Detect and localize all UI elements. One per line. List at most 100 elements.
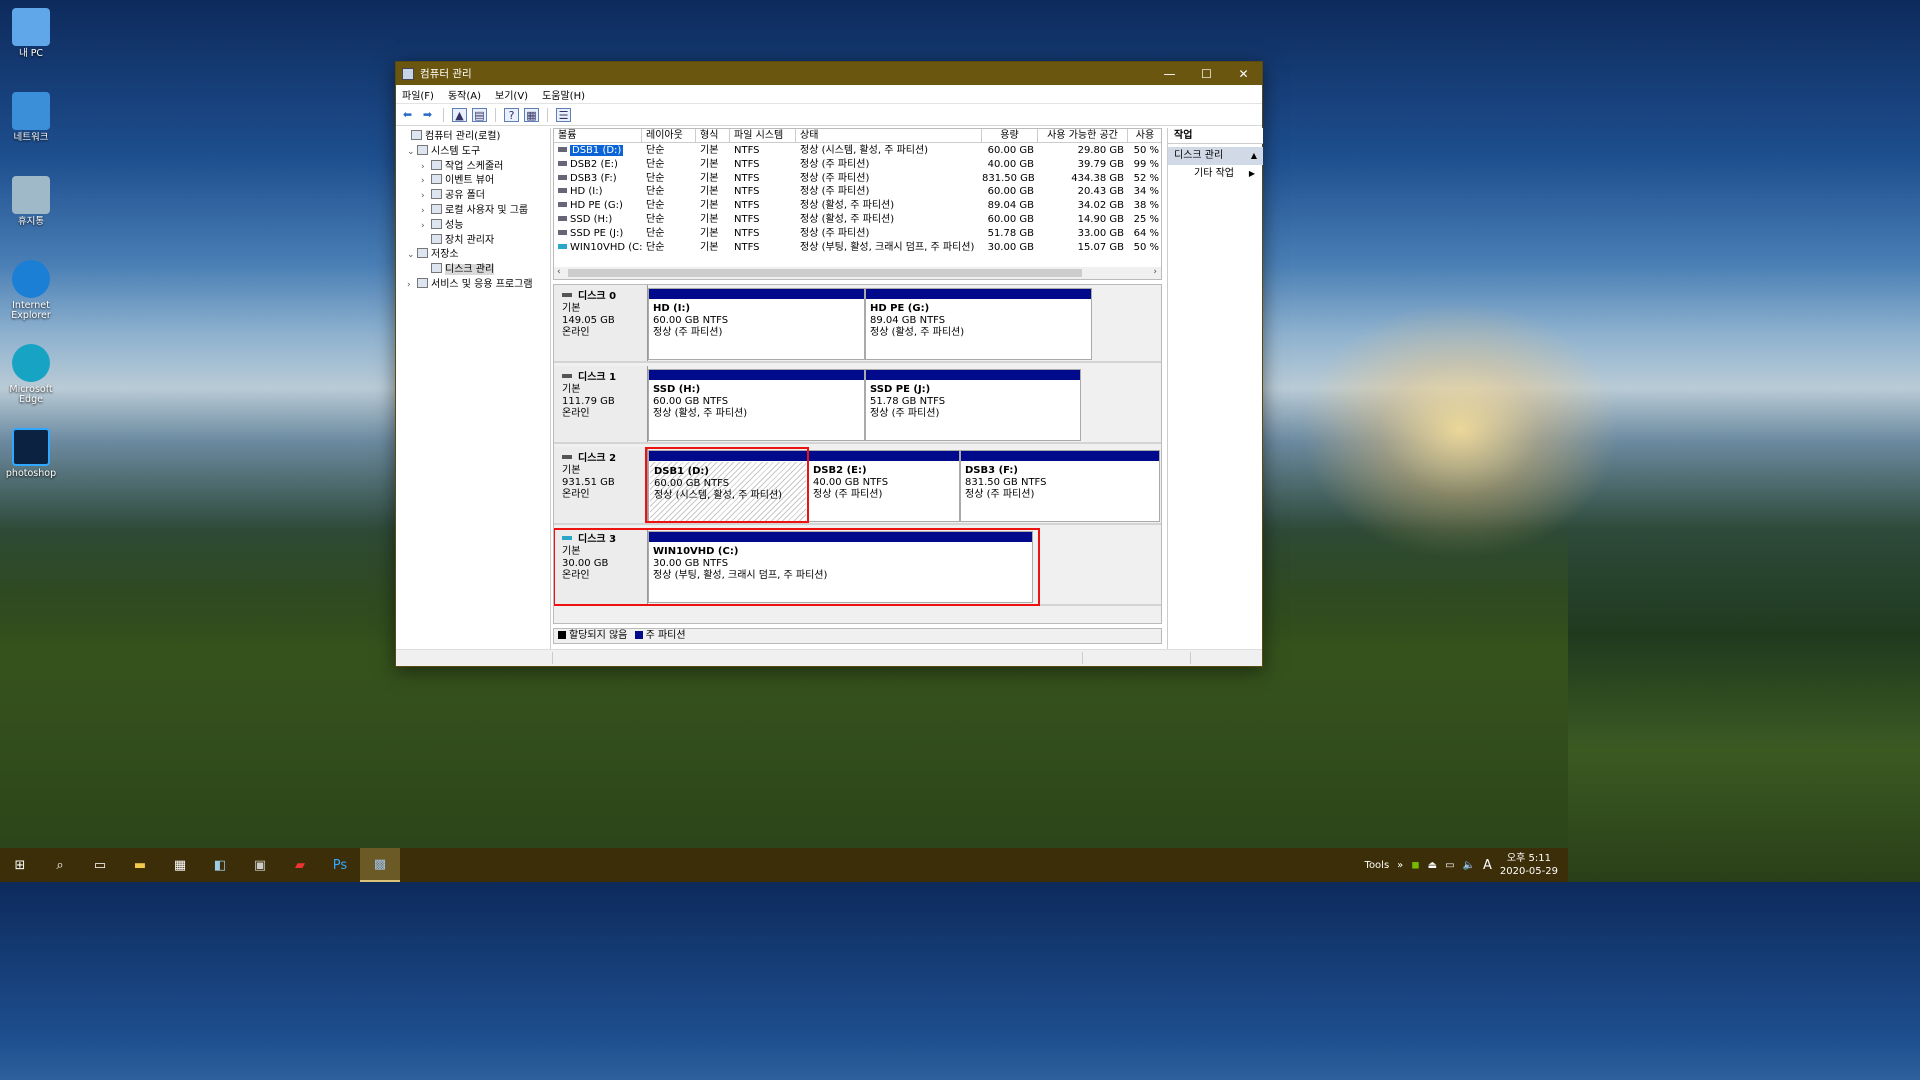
tree-item-7[interactable]: 장치 관리자	[421, 233, 494, 248]
volume-name[interactable]: HD PE (G:)	[570, 200, 623, 211]
scroll-left-icon[interactable]: ‹	[557, 267, 561, 277]
volume-name[interactable]: SSD (H:)	[570, 214, 612, 225]
title-bar[interactable]: 컴퓨터 관리 — ☐ ✕	[396, 62, 1262, 85]
tree-expander-icon[interactable]: ›	[421, 174, 431, 188]
menu-help[interactable]: 도움말(H)	[542, 87, 585, 102]
tree-expander-icon[interactable]: ⌄	[407, 248, 417, 262]
volume-cell[interactable]: HD PE (G:)	[554, 199, 642, 213]
action-more-actions[interactable]: 기타 작업 ▶	[1168, 165, 1263, 183]
show-hide-action-pane-icon[interactable]: ▦	[524, 107, 539, 122]
submenu-arrow-icon: ▶	[1248, 169, 1255, 178]
volume-column-header[interactable]: 레이아웃	[642, 129, 696, 143]
task-view-icon[interactable]: ▭	[80, 848, 120, 882]
tools-toolbar-label[interactable]: Tools	[1365, 860, 1390, 871]
volume-cell[interactable]: HD (I:)	[554, 185, 642, 199]
volume-name[interactable]: SSD PE (J:)	[570, 228, 623, 239]
menu-view[interactable]: 보기(V)	[495, 87, 528, 102]
desktop-icon-3[interactable]: Internet Explorer	[4, 260, 58, 322]
tree-expander-icon[interactable]: ›	[421, 219, 431, 233]
file-explorer-icon[interactable]: ▬	[120, 848, 160, 882]
horizontal-scrollbar[interactable]: ‹ ›	[554, 267, 1161, 279]
tree-item-9[interactable]: 디스크 관리	[421, 263, 495, 277]
tree-item-4[interactable]: › 공유 폴더	[421, 189, 485, 203]
volume-column-header[interactable]: 형식	[696, 129, 730, 143]
scroll-right-icon[interactable]: ›	[1153, 267, 1157, 277]
maximize-button[interactable]: ☐	[1188, 62, 1225, 85]
menu-action[interactable]: 동작(A)	[448, 87, 481, 102]
volume-column-header[interactable]: 볼륨	[554, 129, 642, 143]
volume-column-header[interactable]: 파일 시스템	[730, 129, 796, 143]
volume-name[interactable]: HD (I:)	[570, 186, 603, 197]
volume-cell[interactable]: SSD (H:)	[554, 213, 642, 227]
partition[interactable]: SSD (H:) 60.00 GB NTFS 정상 (활성, 주 파티션)	[648, 369, 865, 441]
partition[interactable]: HD PE (G:) 89.04 GB NTFS 정상 (활성, 주 파티션)	[865, 288, 1092, 360]
tree-item-3[interactable]: › 이벤트 뷰어	[421, 174, 494, 188]
tree-expander-icon[interactable]: ›	[421, 204, 431, 218]
volume-name[interactable]: WIN10VHD (C:)	[570, 242, 642, 253]
photoshop-taskbar-icon[interactable]: Ps	[320, 848, 360, 882]
partition[interactable]: SSD PE (J:) 51.78 GB NTFS 정상 (주 파티션)	[865, 369, 1081, 441]
volume-cell[interactable]: DSB1 (D:)	[554, 144, 642, 158]
desktop-icon-5[interactable]: photoshop	[4, 428, 58, 479]
desktop-icon-0[interactable]: 내 PC	[4, 8, 58, 59]
tree-item-5[interactable]: › 로컬 사용자 및 그룹	[421, 204, 528, 218]
tree-item-0[interactable]: 컴퓨터 관리(로컬)	[401, 130, 500, 144]
volume-name[interactable]: DSB3 (F:)	[570, 173, 617, 184]
close-button[interactable]: ✕	[1225, 62, 1262, 85]
desktop-icon-2[interactable]: 휴지통	[4, 176, 58, 227]
chevron-icon[interactable]: »	[1397, 860, 1403, 871]
tree-item-2[interactable]: › 작업 스케줄러	[421, 159, 503, 174]
volume-name[interactable]: DSB2 (E:)	[570, 159, 618, 170]
collapse-up-icon[interactable]: ▲	[1251, 147, 1257, 165]
menu-file[interactable]: 파일(F)	[402, 87, 434, 102]
action-disk-management[interactable]: 디스크 관리 ▲	[1168, 147, 1263, 165]
desktop-icon-1[interactable]: 네트워크	[4, 92, 58, 143]
search-icon[interactable]: ⌕	[40, 848, 80, 882]
calculator-icon[interactable]: ▦	[160, 848, 200, 882]
tree-item-8[interactable]: ⌄ 저장소	[407, 248, 459, 262]
partition[interactable]: DSB3 (F:) 831.50 GB NTFS 정상 (주 파티션)	[960, 450, 1160, 522]
forward-arrow-icon[interactable]: ➡	[420, 108, 435, 122]
clock[interactable]: 오후 5:11 2020-05-29	[1500, 852, 1558, 878]
ime-indicator[interactable]: A	[1483, 858, 1492, 873]
partition[interactable]: HD (I:) 60.00 GB NTFS 정상 (주 파티션)	[648, 288, 865, 360]
volume-column-header[interactable]: 상태	[796, 129, 982, 143]
computer-management-taskbar-icon[interactable]: ▩	[360, 848, 400, 882]
volume-cell[interactable]: DSB3 (F:)	[554, 172, 642, 186]
disk-info[interactable]: 디스크 0 기본 149.05 GB 온라인	[554, 285, 648, 361]
tree-item-10[interactable]: › 서비스 및 응용 프로그램	[407, 278, 533, 292]
notepad-icon[interactable]: ◧	[200, 848, 240, 882]
volume-cell[interactable]: DSB2 (E:)	[554, 158, 642, 172]
tree-item-6[interactable]: › 성능	[421, 218, 463, 233]
tree-item-1[interactable]: ⌄ 시스템 도구	[407, 144, 480, 159]
scroll-thumb[interactable]	[568, 269, 1082, 277]
command-prompt-icon[interactable]: ▣	[240, 848, 280, 882]
pdf-icon[interactable]: ▰	[280, 848, 320, 882]
tree-expander-icon[interactable]: ›	[407, 278, 417, 292]
help-icon[interactable]: ?	[504, 107, 519, 122]
show-hide-tree-icon[interactable]: ▤	[472, 107, 487, 122]
disk-info[interactable]: 디스크 2 기본 931.51 GB 온라인	[554, 447, 648, 523]
back-arrow-icon[interactable]: ⬅	[400, 108, 415, 122]
disk-info[interactable]: 디스크 1 기본 111.79 GB 온라인	[554, 366, 648, 442]
nvidia-icon[interactable]: ◼	[1411, 860, 1419, 871]
tree-expander-icon[interactable]: ›	[421, 189, 431, 203]
tree-expander-icon[interactable]: ⌄	[407, 145, 417, 159]
minimize-button[interactable]: —	[1151, 62, 1188, 85]
usb-icon[interactable]: ⏏	[1428, 860, 1437, 871]
computer-management-window[interactable]: 컴퓨터 관리 — ☐ ✕ 파일(F) 동작(A) 보기(V) 도움말(H) ⬅ …	[395, 61, 1263, 667]
volume-column-header[interactable]: 용량	[982, 129, 1038, 143]
up-folder-icon[interactable]: ▲	[452, 107, 467, 122]
start-windows-icon[interactable]: ⊞	[0, 848, 40, 882]
network-tray-icon[interactable]: ▭	[1445, 860, 1454, 871]
properties-icon[interactable]: ☰	[556, 107, 571, 122]
volume-column-header[interactable]: 사용	[1128, 129, 1161, 143]
volume-cell[interactable]: SSD PE (J:)	[554, 227, 642, 241]
desktop-icon-4[interactable]: Microsoft Edge	[4, 344, 58, 406]
volume-cell[interactable]: WIN10VHD (C:)	[554, 241, 642, 255]
partition[interactable]: DSB2 (E:) 40.00 GB NTFS 정상 (주 파티션)	[808, 450, 960, 522]
volume-name[interactable]: DSB1 (D:)	[570, 145, 624, 156]
volume-icon[interactable]: 🔈	[1463, 860, 1475, 871]
volume-column-header[interactable]: 사용 가능한 공간	[1038, 129, 1128, 143]
tree-expander-icon[interactable]: ›	[421, 160, 431, 174]
